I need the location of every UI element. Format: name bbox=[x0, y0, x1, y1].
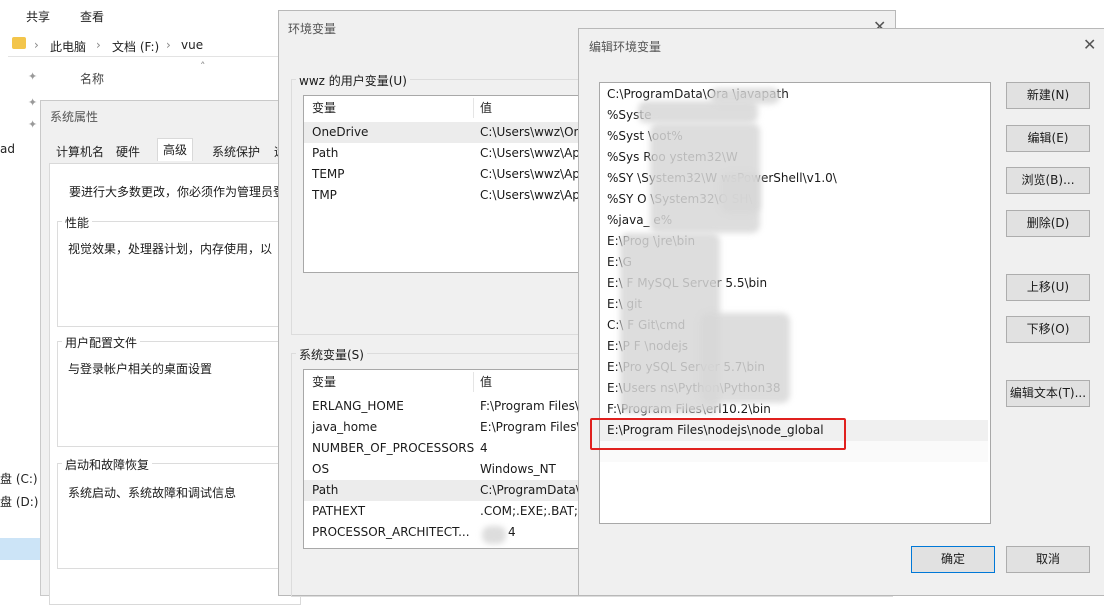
var-name: Path bbox=[312, 146, 339, 160]
group-description: 视觉效果，处理器计划，内存使用，以 bbox=[68, 242, 273, 256]
redaction-blur bbox=[482, 526, 506, 544]
var-value: Windows_NT bbox=[480, 462, 556, 476]
user-profiles-group: 用户配置文件 与登录帐户相关的桌面设置 bbox=[57, 334, 299, 447]
column-header-value[interactable]: 值 bbox=[480, 96, 492, 120]
chevron-right-icon: › bbox=[34, 38, 39, 52]
var-name: OS bbox=[312, 462, 330, 476]
var-value: C:\Users\wwz\App bbox=[480, 188, 588, 202]
chevron-right-icon: › bbox=[96, 38, 101, 52]
tab-system-protection[interactable]: 系统保护 bbox=[207, 141, 265, 163]
table-row[interactable]: NUMBER_OF_PROCESSORS 4 bbox=[304, 438, 622, 459]
table-row[interactable]: Path C:\ProgramData\ bbox=[304, 480, 622, 501]
var-value: 4 bbox=[508, 525, 516, 539]
dialog-title: 编辑环境变量 bbox=[589, 40, 662, 54]
ok-button[interactable]: 确定 bbox=[911, 546, 995, 573]
chevron-right-icon: › bbox=[166, 38, 171, 52]
var-name: java_home bbox=[312, 420, 378, 434]
edit-button[interactable]: 编辑(E) bbox=[1006, 125, 1090, 152]
group-description: 系统启动、系统故障和调试信息 bbox=[68, 486, 237, 500]
breadcrumb-this-pc[interactable]: 此电脑 bbox=[50, 38, 86, 55]
var-value: .COM;.EXE;.BAT;.C bbox=[480, 504, 591, 518]
edit-text-button[interactable]: 编辑文本(T)... bbox=[1006, 380, 1090, 407]
table-row[interactable]: OneDrive C:\Users\wwz\On bbox=[304, 122, 622, 143]
table-row[interactable]: Path C:\Users\wwz\App bbox=[304, 143, 622, 164]
var-name: PROCESSOR_ARCHITECT... bbox=[312, 525, 470, 539]
column-divider bbox=[473, 372, 474, 392]
startup-recovery-group: 启动和故障恢复 系统启动、系统故障和调试信息 bbox=[57, 456, 299, 569]
dialog-title: 系统属性 bbox=[50, 110, 99, 124]
var-name: OneDrive bbox=[312, 125, 369, 139]
new-button[interactable]: 新建(N) bbox=[1006, 82, 1090, 109]
table-row[interactable]: TEMP C:\Users\wwz\App bbox=[304, 164, 622, 185]
redaction-blur bbox=[638, 101, 758, 123]
var-name: NUMBER_OF_PROCESSORS bbox=[312, 441, 475, 455]
highlight-annotation bbox=[590, 418, 846, 450]
table-row[interactable]: PROCESSOR_ARCHITECT... 4 bbox=[304, 522, 622, 543]
table-row[interactable]: OS Windows_NT bbox=[304, 459, 622, 480]
var-name: Path bbox=[312, 483, 339, 497]
column-header-variable[interactable]: 变量 bbox=[312, 96, 336, 120]
var-name: ERLANG_HOME bbox=[312, 399, 404, 413]
group-title: wwz 的用户变量(U) bbox=[296, 72, 410, 89]
table-row[interactable]: java_home E:\Program Files\ bbox=[304, 417, 622, 438]
system-properties-dialog: 系统属性 计算机名 硬件 高级 系统保护 远 要进行大多数更改，你必须作为管理员… bbox=[40, 100, 302, 605]
column-header-variable[interactable]: 变量 bbox=[312, 370, 336, 394]
tab-hardware[interactable]: 硬件 bbox=[111, 141, 145, 163]
column-header-value[interactable]: 值 bbox=[480, 370, 492, 394]
sort-up-icon: ˄ bbox=[200, 60, 206, 73]
var-name: TMP bbox=[312, 188, 337, 202]
pin-icon: ✦ bbox=[28, 118, 38, 131]
cancel-button[interactable]: 取消 bbox=[1006, 546, 1090, 573]
browse-button[interactable]: 浏览(B)... bbox=[1006, 167, 1090, 194]
table-row[interactable]: ERLANG_HOME F:\Program Files\ bbox=[304, 396, 622, 417]
pin-icon: ✦ bbox=[28, 96, 38, 109]
pin-icon: ✦ bbox=[28, 70, 38, 83]
ribbon-tab-share[interactable]: 共享 bbox=[26, 8, 50, 25]
breadcrumb-vue[interactable]: vue bbox=[181, 38, 203, 52]
edit-environment-variable-dialog: 编辑环境变量 ✕ C:\ProgramData\Ora \javapath %S… bbox=[578, 28, 1104, 596]
ribbon-tab-view[interactable]: 查看 bbox=[80, 8, 104, 25]
breadcrumb-drive-f[interactable]: 文档 (F:) bbox=[112, 38, 159, 55]
move-down-button[interactable]: 下移(O) bbox=[1006, 316, 1090, 343]
close-icon[interactable]: ✕ bbox=[1083, 35, 1096, 54]
delete-button[interactable]: 删除(D) bbox=[1006, 210, 1090, 237]
var-name: PATHEXT bbox=[312, 504, 366, 518]
group-title: 性能 bbox=[62, 214, 93, 231]
var-value: F:\Program Files\ bbox=[480, 399, 579, 413]
redaction-blur bbox=[720, 173, 760, 213]
table-row[interactable]: TMP C:\Users\wwz\App bbox=[304, 185, 622, 206]
column-divider bbox=[473, 98, 474, 118]
var-value: C:\Users\wwz\On bbox=[480, 125, 582, 139]
tab-advanced[interactable]: 高级 bbox=[157, 138, 194, 161]
tab-computer-name[interactable]: 计算机名 bbox=[51, 141, 109, 163]
move-up-button[interactable]: 上移(U) bbox=[1006, 274, 1090, 301]
sidebar-item-label[interactable]: ad bbox=[0, 142, 15, 156]
var-value: C:\Users\wwz\App bbox=[480, 167, 588, 181]
dialog-title: 环境变量 bbox=[288, 22, 337, 36]
admin-note: 要进行大多数更改，你必须作为管理员登 bbox=[69, 185, 286, 199]
group-title: 用户配置文件 bbox=[62, 334, 141, 351]
var-value: C:\Users\wwz\App bbox=[480, 146, 588, 160]
column-header-name[interactable]: 名称 bbox=[80, 70, 104, 87]
sidebar-selected-item[interactable] bbox=[0, 538, 40, 560]
redaction-blur bbox=[710, 88, 780, 104]
var-value: E:\Program Files\ bbox=[480, 420, 581, 434]
table-row[interactable]: PATHEXT .COM;.EXE;.BAT;.C bbox=[304, 501, 622, 522]
path-entries-list[interactable]: C:\ProgramData\Ora \javapath %Syste %Sys… bbox=[599, 82, 991, 524]
performance-group: 性能 视觉效果，处理器计划，内存使用，以 bbox=[57, 214, 299, 327]
sidebar-item-drive-d[interactable]: 盘 (D:) bbox=[0, 493, 38, 510]
var-value: 4 bbox=[480, 441, 488, 455]
redaction-blur bbox=[700, 313, 790, 403]
var-value: C:\ProgramData\ bbox=[480, 483, 580, 497]
system-vars-list[interactable]: 变量 值 ERLANG_HOME F:\Program Files\ java_… bbox=[303, 369, 625, 549]
user-vars-list[interactable]: 变量 值 OneDrive C:\Users\wwz\On Path C:\Us… bbox=[303, 95, 625, 273]
group-title: 系统变量(S) bbox=[296, 346, 367, 363]
group-description: 与登录帐户相关的桌面设置 bbox=[68, 362, 213, 376]
folder-icon bbox=[12, 37, 26, 49]
group-title: 启动和故障恢复 bbox=[62, 456, 153, 473]
var-name: TEMP bbox=[312, 167, 345, 181]
sidebar-item-drive-c[interactable]: 盘 (C:) bbox=[0, 470, 38, 487]
